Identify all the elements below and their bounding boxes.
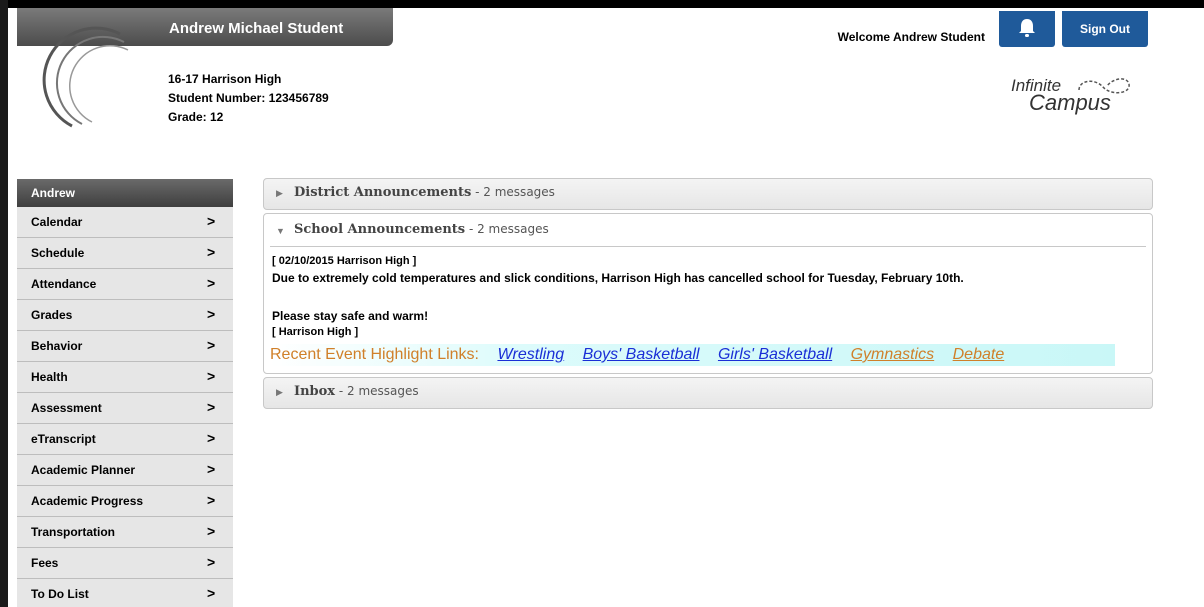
chevron-right-icon: > — [207, 213, 216, 229]
triangle-down-icon[interactable]: ▼ — [276, 226, 285, 236]
message-body: Due to extremely cold temperatures and s… — [272, 271, 964, 285]
message-count: - 2 messages — [471, 185, 555, 199]
panel-title[interactable]: School Announcements - 2 messages — [294, 222, 549, 237]
sidebar-item-academic-planner[interactable]: Academic Planner > — [17, 455, 233, 486]
bell-icon — [1019, 19, 1035, 37]
link-gymnastics[interactable]: Gymnastics — [851, 346, 935, 363]
message-count: - 2 messages — [465, 222, 549, 236]
panel-title-text: School Announcements — [294, 222, 466, 237]
chevron-right-icon: > — [207, 523, 216, 539]
event-highlight-links: Recent Event Highlight Links: Wrestling … — [270, 344, 1115, 366]
infinite-campus-logo: Infinite Campus — [985, 68, 1145, 124]
student-number: Student Number: 123456789 — [168, 91, 329, 105]
triangle-right-icon: ▶ — [276, 188, 283, 198]
sidebar-item-transportation[interactable]: Transportation > — [17, 517, 233, 548]
profile-photo-placeholder-icon — [42, 26, 129, 128]
student-info: 16-17 Harrison High Student Number: 1234… — [168, 70, 329, 127]
sidebar-item-label: Assessment — [31, 401, 102, 415]
sidebar-item-assessment[interactable]: Assessment > — [17, 393, 233, 424]
sidebar-item-schedule[interactable]: Schedule > — [17, 238, 233, 269]
sidebar-item-health[interactable]: Health > — [17, 362, 233, 393]
sidebar-item-label: Attendance — [31, 277, 97, 291]
sidebar-item-label: Grades — [31, 308, 73, 322]
welcome-text: Welcome Andrew Student — [837, 30, 985, 44]
sidebar-item-academic-progress[interactable]: Academic Progress > — [17, 486, 233, 517]
panel-title: District Announcements - 2 messages — [294, 185, 555, 200]
link-debate[interactable]: Debate — [953, 346, 1005, 363]
sidebar-item-grades[interactable]: Grades > — [17, 300, 233, 331]
sidebar-item-fees[interactable]: Fees > — [17, 548, 233, 579]
links-lead-text: Recent Event Highlight Links: — [270, 346, 479, 363]
chevron-right-icon: > — [207, 306, 216, 322]
chevron-right-icon: > — [207, 368, 216, 384]
message-footer: [ Harrison High ] — [272, 326, 359, 338]
sidebar-item-label: Behavior — [31, 339, 83, 353]
sidebar-item-label: Health — [31, 370, 68, 384]
message-header: [ 02/10/2015 Harrison High ] — [272, 255, 417, 267]
sidebar-item-label: Academic Planner — [31, 463, 136, 477]
sidebar-item-label: Calendar — [31, 215, 83, 229]
sidebar-item-calendar[interactable]: Calendar > — [17, 207, 233, 238]
district-announcements-panel[interactable]: ▶ District Announcements - 2 messages — [263, 178, 1153, 210]
sign-out-button[interactable]: Sign Out — [1062, 11, 1148, 47]
chevron-right-icon: > — [207, 337, 216, 353]
message-count: - 2 messages — [335, 384, 419, 398]
sidebar-item-to-do-list[interactable]: To Do List > — [17, 579, 233, 607]
message-closing: Please stay safe and warm! — [272, 309, 429, 323]
divider — [270, 246, 1146, 247]
school-announcements-panel: ▼ School Announcements - 2 messages [ 02… — [263, 213, 1153, 374]
panel-title-text: Inbox — [294, 384, 336, 399]
sidebar-item-label: To Do List — [31, 587, 89, 601]
chevron-right-icon: > — [207, 492, 216, 508]
sidebar-item-behavior[interactable]: Behavior > — [17, 331, 233, 362]
sidebar-item-etranscript[interactable]: eTranscript > — [17, 424, 233, 455]
notifications-button[interactable] — [999, 11, 1055, 47]
sidebar-item-label: Schedule — [31, 246, 85, 260]
triangle-right-icon: ▶ — [276, 387, 283, 397]
link-boys-basketball[interactable]: Boys' Basketball — [583, 346, 700, 363]
sidebar-item-attendance[interactable]: Attendance > — [17, 269, 233, 300]
panel-title-text: District Announcements — [294, 185, 472, 200]
panel-title: Inbox - 2 messages — [294, 384, 419, 399]
chevron-right-icon: > — [207, 585, 216, 601]
chevron-right-icon: > — [207, 275, 216, 291]
sidebar-item-label: Academic Progress — [31, 494, 144, 508]
sidebar-title: Andrew — [17, 179, 233, 207]
sidebar-item-label: eTranscript — [31, 432, 96, 446]
student-name: Andrew Michael Student — [169, 20, 344, 37]
school-year: 16-17 Harrison High — [168, 72, 282, 86]
chevron-right-icon: > — [207, 554, 216, 570]
sidebar-item-label: Fees — [31, 556, 59, 570]
inbox-panel[interactable]: ▶ Inbox - 2 messages — [263, 377, 1153, 409]
student-grade: Grade: 12 — [168, 110, 224, 124]
chevron-right-icon: > — [207, 430, 216, 446]
chevron-right-icon: > — [207, 399, 216, 415]
top-border — [0, 0, 1204, 8]
sidebar-item-label: Transportation — [31, 525, 116, 539]
link-girls-basketball[interactable]: Girls' Basketball — [718, 346, 832, 363]
chevron-right-icon: > — [207, 461, 216, 477]
chevron-right-icon: > — [207, 244, 216, 260]
left-border — [0, 0, 8, 607]
sidebar-nav: Andrew Calendar > Schedule > Attendance > G… — [17, 179, 233, 607]
infinity-loop-icon — [1078, 78, 1130, 94]
link-wrestling[interactable]: Wrestling — [497, 346, 564, 363]
